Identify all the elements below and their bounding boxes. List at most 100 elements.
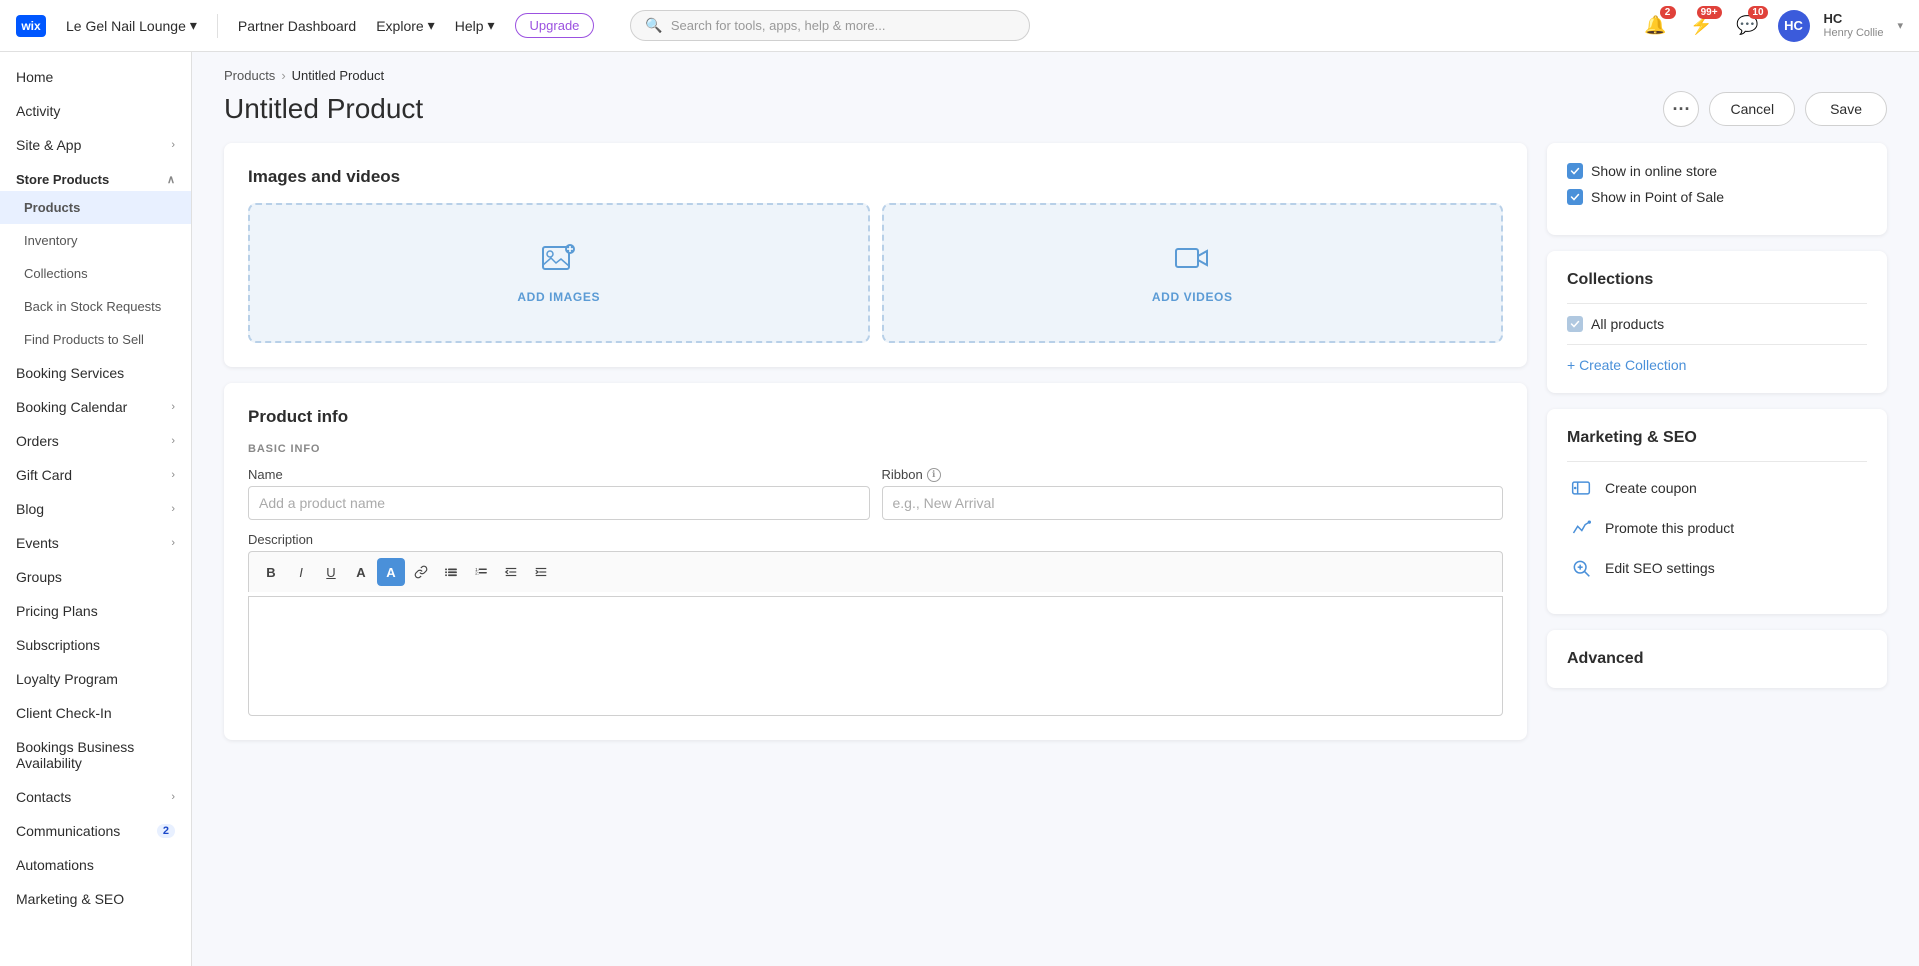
sidebar-item-marketing-seo[interactable]: Marketing & SEO [0,882,191,916]
collections-card: Collections All products + Create Collec… [1547,251,1887,393]
numbered-list-button[interactable]: 1. 2. [467,558,495,586]
bold-button[interactable]: B [257,558,285,586]
site-name-dropdown[interactable]: Le Gel Nail Lounge ▾ [66,17,197,34]
ribbon-field-group: Ribbon ℹ [882,467,1504,520]
sidebar-item-home[interactable]: Home [0,60,191,94]
show-online-store-row[interactable]: Show in online store [1567,163,1867,179]
sidebar-item-subscriptions[interactable]: Subscriptions [0,628,191,662]
sidebar-item-find-products[interactable]: Find Products to Sell [0,323,191,356]
user-avatar[interactable]: HC [1778,10,1810,42]
breadcrumb-separator: › [281,68,285,83]
indent-increase-button[interactable] [527,558,555,586]
cancel-button[interactable]: Cancel [1709,92,1795,126]
help-link[interactable]: Help ▾ [455,17,495,34]
text-color-button[interactable]: A [347,558,375,586]
show-online-store-checkbox[interactable] [1567,163,1583,179]
store-products-section[interactable]: Store Products ∧ [0,162,191,191]
chevron-right-icon: › [171,503,175,515]
name-label: Name [248,467,870,482]
product-name-input[interactable] [248,486,870,520]
chevron-down-icon: ▾ [488,17,495,34]
chevron-up-icon: ∧ [167,173,175,186]
wix-logo-icon: wix [16,15,46,37]
add-images-button[interactable]: ADD IMAGES [248,203,870,343]
chat-button[interactable]: 💬 10 [1732,10,1764,42]
chevron-right-icon: › [171,469,175,481]
site-name-text: Le Gel Nail Lounge [66,18,186,34]
upgrade-button[interactable]: Upgrade [515,13,595,38]
visibility-card: Show in online store Show in Point of Sa… [1547,143,1887,235]
sidebar-item-products[interactable]: Products [0,191,191,224]
sidebar-item-bookings-business[interactable]: Bookings Business Availability [0,730,191,780]
sidebar-item-site-app[interactable]: Site & App › [0,128,191,162]
underline-button[interactable]: U [317,558,345,586]
marketing-title: Marketing & SEO [1567,429,1867,447]
advanced-title: Advanced [1567,650,1867,668]
nav-divider [217,14,218,38]
alert-badge: 99+ [1697,6,1722,19]
description-editor[interactable] [248,596,1503,716]
sidebar-item-loyalty-program[interactable]: Loyalty Program [0,662,191,696]
sidebar-item-groups[interactable]: Groups [0,560,191,594]
chevron-right-icon: › [171,401,175,413]
ribbon-input[interactable] [882,486,1504,520]
top-navigation: wix Le Gel Nail Lounge ▾ Partner Dashboa… [0,0,1919,52]
sidebar-item-back-in-stock[interactable]: Back in Stock Requests [0,290,191,323]
sidebar-item-booking-calendar[interactable]: Booking Calendar › [0,390,191,424]
media-grid: ADD IMAGES ADD VIDEOS [248,203,1503,343]
two-column-layout: Images and videos [192,143,1919,772]
sidebar-item-activity[interactable]: Activity [0,94,191,128]
seo-icon [1567,554,1595,582]
sidebar-item-booking-services[interactable]: Booking Services [0,356,191,390]
name-ribbon-row: Name Ribbon ℹ [248,467,1503,520]
main-layout: Home Activity Site & App › Store Product… [0,52,1919,966]
save-button[interactable]: Save [1805,92,1887,126]
sidebar-item-automations[interactable]: Automations [0,848,191,882]
user-info: HC Henry Collie [1824,11,1884,40]
edit-seo-row[interactable]: Edit SEO settings [1567,554,1867,582]
bullet-list-button[interactable] [437,558,465,586]
notifications-bell-button[interactable]: 🔔 2 [1640,10,1672,42]
sidebar-item-collections[interactable]: Collections [0,257,191,290]
show-pos-row[interactable]: Show in Point of Sale [1567,189,1867,205]
alerts-button[interactable]: ⚡ 99+ [1686,10,1718,42]
editor-toolbar: B I U A A [248,551,1503,592]
divider [1567,303,1867,304]
header-actions: ··· Cancel Save [1663,91,1887,127]
main-column: Images and videos [224,143,1527,740]
sidebar-item-events[interactable]: Events › [0,526,191,560]
promote-icon [1567,514,1595,542]
images-videos-title: Images and videos [248,167,1503,187]
videos-icon [1174,243,1210,282]
add-videos-button[interactable]: ADD VIDEOS [882,203,1504,343]
sidebar-item-contacts[interactable]: Contacts › [0,780,191,814]
breadcrumb-products-link[interactable]: Products [224,68,275,83]
chevron-right-icon: › [171,139,175,151]
sidebar-item-orders[interactable]: Orders › [0,424,191,458]
sidebar-item-communications[interactable]: Communications 2 [0,814,191,848]
highlight-button[interactable]: A [377,558,405,586]
italic-button[interactable]: I [287,558,315,586]
info-icon: ℹ [927,468,941,482]
sidebar-item-blog[interactable]: Blog › [0,492,191,526]
explore-link[interactable]: Explore ▾ [376,17,435,34]
sidebar: Home Activity Site & App › Store Product… [0,52,192,966]
search-bar[interactable]: 🔍 Search for tools, apps, help & more... [630,10,1030,41]
create-collection-link[interactable]: + Create Collection [1567,357,1867,373]
side-column: Show in online store Show in Point of Sa… [1547,143,1887,688]
create-coupon-row[interactable]: Create coupon [1567,474,1867,502]
partner-dashboard-link[interactable]: Partner Dashboard [238,18,356,34]
show-pos-checkbox[interactable] [1567,189,1583,205]
link-button[interactable] [407,558,435,586]
promote-product-row[interactable]: Promote this product [1567,514,1867,542]
page-header: Untitled Product ··· Cancel Save [192,83,1919,143]
all-products-checkbox[interactable] [1567,316,1583,332]
sidebar-item-inventory[interactable]: Inventory [0,224,191,257]
more-options-button[interactable]: ··· [1663,91,1699,127]
breadcrumb-current: Untitled Product [292,68,385,83]
sidebar-item-gift-card[interactable]: Gift Card › [0,458,191,492]
ribbon-label: Ribbon ℹ [882,467,1504,482]
sidebar-item-pricing-plans[interactable]: Pricing Plans [0,594,191,628]
sidebar-item-client-check-in[interactable]: Client Check-In [0,696,191,730]
indent-decrease-button[interactable] [497,558,525,586]
